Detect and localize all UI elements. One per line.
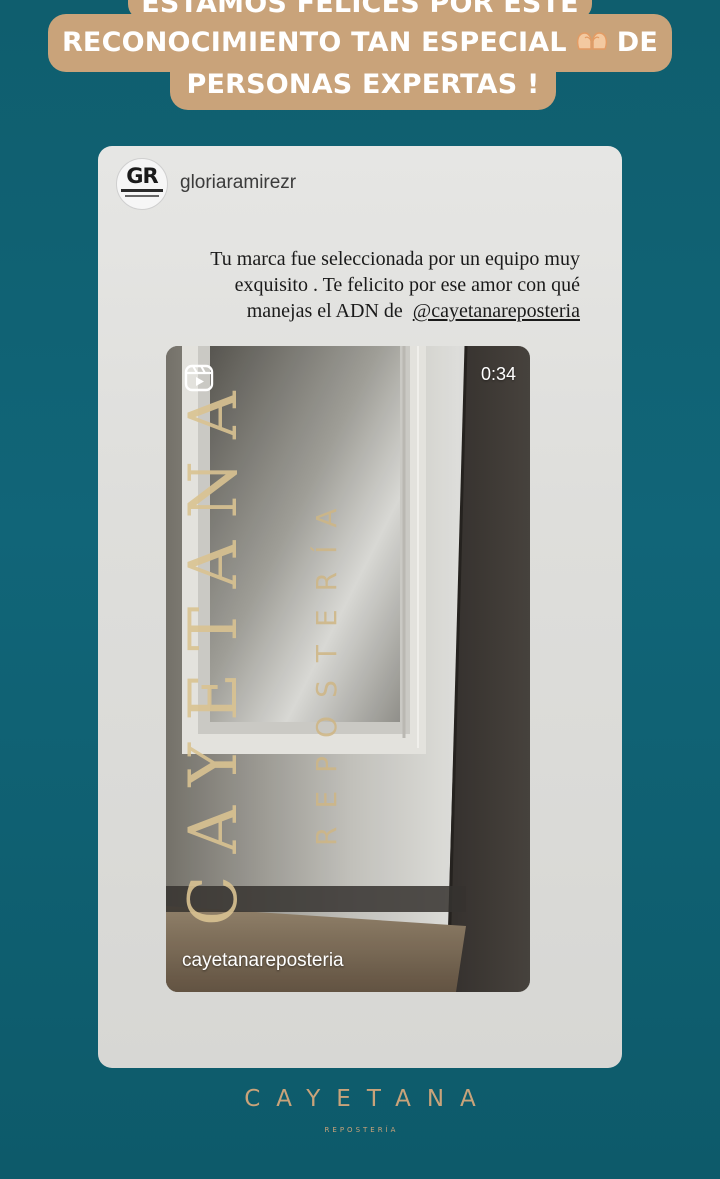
reels-icon (184, 364, 214, 392)
mention-link[interactable]: @cayetanareposteria (413, 300, 580, 322)
reel-preview[interactable]: CAYETANA REPOSTERÍA 0:34 cayetanareposte… (166, 346, 530, 992)
caption-line-2-end: DE (616, 27, 659, 58)
caption-line-2: RECONOCIMIENTO TAN ESPECIAL DE (48, 14, 672, 72)
avatar-initials: GR (126, 164, 158, 188)
story-caption: ESTAMOS FELICES POR ESTE PERSONAS EXPERT… (0, 0, 720, 115)
brand-logo-text: CAYETANA (244, 1086, 492, 1112)
reel-duration: 0:34 (480, 364, 516, 384)
reel-thumbnail: CAYETANA REPOSTERÍA (166, 346, 530, 992)
shared-story-card[interactable]: GR gloriaramirezr Tu marca fue seleccion… (98, 146, 622, 1068)
brand-subtitle: REPOSTERÍA (324, 1126, 399, 1134)
message-line-1: Tu marca fue seleccionada por un equipo … (210, 248, 580, 270)
message-line-2: exquisito . Te felicito por ese amor con… (234, 274, 580, 296)
avatar-logo-line (125, 195, 159, 197)
message-line-3-text: manejas el ADN de (246, 300, 403, 322)
heart-hands-icon (576, 32, 607, 50)
post-header[interactable]: GR gloriaramirezr (116, 158, 596, 210)
message-line-3: manejas el ADN de @cayetanareposteria (128, 298, 580, 324)
caption-line-2-text: RECONOCIMIENTO TAN ESPECIAL (61, 27, 567, 58)
avatar[interactable]: GR (116, 158, 168, 210)
avatar-logo-bar (121, 189, 163, 192)
post-message: Tu marca fue seleccionada por un equipo … (128, 246, 580, 324)
post-username[interactable]: gloriaramirezr (180, 172, 296, 194)
reel-account-name[interactable]: cayetanareposteria (182, 950, 344, 972)
